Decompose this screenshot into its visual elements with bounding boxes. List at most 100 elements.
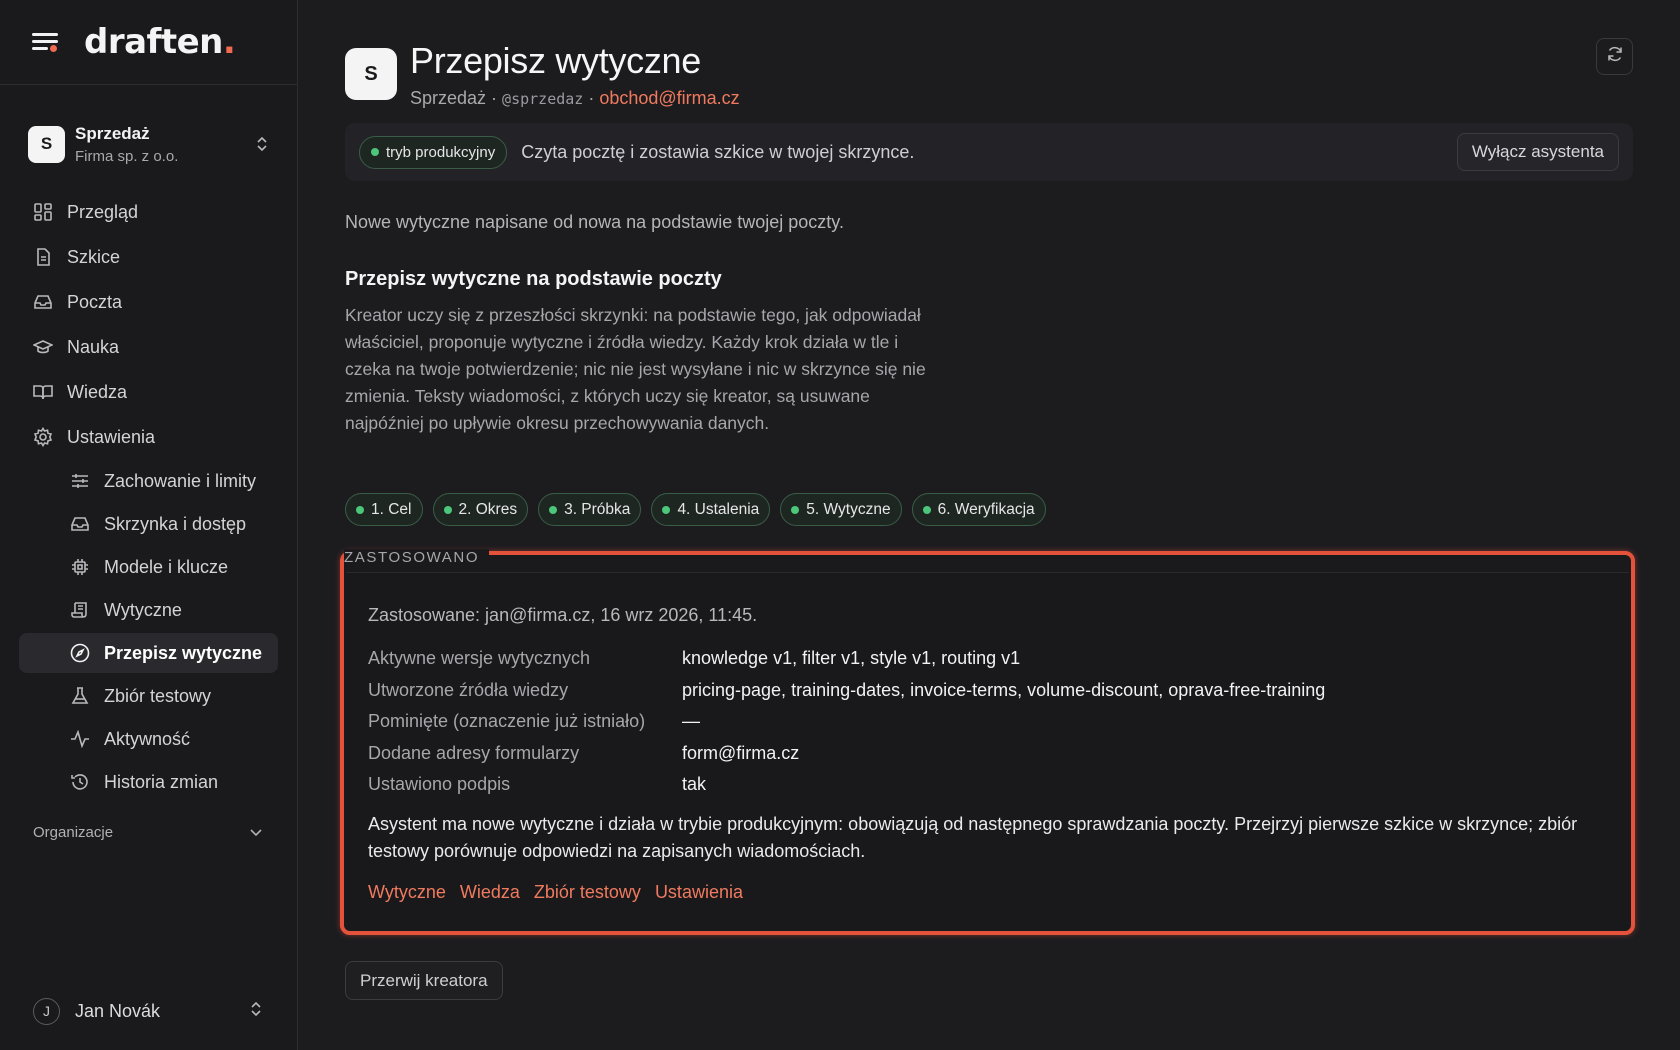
subnav-item-przepisz-wytyczne[interactable]: Przepisz wytyczne xyxy=(19,633,278,673)
menu-icon[interactable] xyxy=(32,31,60,53)
workspace-switcher[interactable]: S Sprzedaż Firma sp. z o.o. xyxy=(0,109,297,179)
nav-item-poczta[interactable]: Poczta xyxy=(0,281,297,323)
step-label: 5. Wytyczne xyxy=(806,500,891,518)
detail-value: form@firma.cz xyxy=(682,742,800,763)
step-cel[interactable]: 1. Cel xyxy=(345,493,423,526)
inbox-icon xyxy=(33,292,53,312)
subnav-item-label: Aktywność xyxy=(104,728,191,749)
detail-row: Dodane adresy formularzy form@firma.cz xyxy=(368,738,1568,770)
section-title: Przepisz wytyczne na podstawie poczty xyxy=(345,268,722,290)
status-bar: tryb produkcyjny Czyta pocztę i zostawia… xyxy=(345,123,1633,181)
detail-key: Pominięte (oznaczenie już istniało) xyxy=(368,711,646,732)
detail-row: Utworzone źródła wiedzy pricing-page, tra… xyxy=(368,675,1568,707)
page-header: S Przepisz wytyczne Sprzedaż · @sprzedaz… xyxy=(345,40,740,109)
subnav-item-historia[interactable]: Historia zmian xyxy=(19,762,278,802)
nav-item-nauka[interactable]: Nauka xyxy=(0,326,297,368)
nav-item-label: Szkice xyxy=(67,246,121,267)
nav-item-przeglad[interactable]: Przegląd xyxy=(0,191,297,233)
detail-key: Utworzone źródła wiedzy xyxy=(368,679,569,700)
detail-row: Aktywne wersje wytycznych knowledge v1, f… xyxy=(368,643,1568,675)
subnav-item-zbior-testowy[interactable]: Zbiór testowy xyxy=(19,676,278,716)
document-icon xyxy=(33,247,53,267)
step-done-dot xyxy=(549,505,558,514)
step-label: 2. Okres xyxy=(458,500,518,518)
page-title: Przepisz wytyczne xyxy=(410,40,701,81)
detail-row: Pominięte (oznaczenie już istniało) — xyxy=(368,706,1568,738)
status-badge-label: tryb produkcyjny xyxy=(386,143,496,161)
subnav-item-label: Modele i klucze xyxy=(104,556,229,577)
link-zbior-testowy[interactable]: Zbiór testowy xyxy=(534,882,641,903)
main-nav: Przegląd Szkice Poczta Nauka Wiedza Usta… xyxy=(0,191,297,802)
applied-summary-panel: ZASTOSOWANO Zastosowane: jan@firma.cz, 1… xyxy=(340,549,1635,935)
subnav-item-wytyczne[interactable]: Wytyczne xyxy=(19,590,278,630)
subnav-item-label: Przepisz wytyczne xyxy=(104,642,263,663)
workspace-avatar: S xyxy=(28,125,65,163)
sidebar: draften. S Sprzedaż Firma sp. z o.o. Prz… xyxy=(0,0,298,1050)
link-wiedza[interactable]: Wiedza xyxy=(460,882,520,903)
team-name: Sprzedaż xyxy=(410,88,487,108)
section-description: Kreator uczy się z przeszłości skrzynki:… xyxy=(345,305,926,433)
status-badge: tryb produkcyjny xyxy=(359,135,508,169)
main-content: S Przepisz wytyczne Sprzedaż · @sprzedaz… xyxy=(340,0,1635,1050)
detail-value: knowledge v1, filter v1, style v1, routi… xyxy=(682,648,1021,669)
detail-value: pricing-page, training-dates, invoice-te… xyxy=(682,679,1326,700)
detail-value: — xyxy=(682,711,700,732)
step-okres[interactable]: 2. Okres xyxy=(432,493,529,526)
subnav-item-label: Wytyczne xyxy=(104,599,182,620)
nav-item-label: Poczta xyxy=(67,291,123,312)
subnav-item-skrzynka[interactable]: Skrzynka i dostęp xyxy=(19,504,278,544)
link-wytyczne[interactable]: Wytyczne xyxy=(368,882,446,903)
nav-item-szkice[interactable]: Szkice xyxy=(0,236,297,278)
nav-item-wiedza[interactable]: Wiedza xyxy=(0,371,297,413)
detail-key: Dodane adresy formularzy xyxy=(368,742,580,763)
wizard-steps: 1. Cel 2. Okres 3. Próbka 4. Ustalenia 5… xyxy=(345,493,1046,526)
step-wytyczne[interactable]: 5. Wytyczne xyxy=(780,493,902,526)
user-menu[interactable]: J Jan Novák xyxy=(0,972,297,1050)
activity-icon xyxy=(70,729,90,749)
compass-icon xyxy=(70,643,90,663)
avatar: J xyxy=(33,997,60,1025)
step-probka[interactable]: 3. Próbka xyxy=(538,493,642,526)
subnav-item-modele[interactable]: Modele i klucze xyxy=(19,547,278,587)
team-handle: @sprzedaz xyxy=(502,90,584,108)
workspace-name: Sprzedaż xyxy=(75,123,150,143)
page-subtitle: Sprzedaż · @sprzedaz · obchod@firma.cz xyxy=(410,88,740,109)
detail-key: Ustawiono podpis xyxy=(368,774,511,795)
step-done-dot xyxy=(356,505,364,514)
subnav-item-aktywnosc[interactable]: Aktywność xyxy=(19,719,278,759)
nav-item-label: Przegląd xyxy=(67,201,139,222)
link-ustawienia[interactable]: Ustawienia xyxy=(655,882,743,903)
logo[interactable]: draften. xyxy=(84,22,236,62)
nav-item-label: Wiedza xyxy=(67,381,128,402)
book-icon xyxy=(33,382,53,402)
grid-icon xyxy=(33,202,53,222)
subnav-item-label: Skrzynka i dostęp xyxy=(104,513,247,534)
assistant-avatar: S xyxy=(345,48,397,100)
abort-wizard-button[interactable]: Przerwij kreatora xyxy=(345,961,503,1000)
inbox-icon xyxy=(70,514,90,534)
applied-links: Wytyczne Wiedza Zbiór testowy Ustawienia xyxy=(368,882,743,903)
subnav-item-zachowanie[interactable]: Zachowanie i limity xyxy=(19,461,278,501)
nav-item-ustawienia[interactable]: Ustawienia xyxy=(0,416,297,458)
step-label: 6. Weryfikacja xyxy=(937,500,1035,518)
chevron-down-icon xyxy=(249,824,263,841)
step-done-dot xyxy=(443,505,452,514)
disable-assistant-button[interactable]: Wyłącz asystenta xyxy=(1456,133,1619,171)
assistant-email-link[interactable]: obchod@firma.cz xyxy=(599,88,739,108)
step-ustalenia[interactable]: 4. Ustalenia xyxy=(651,493,771,526)
brand-bar: draften. xyxy=(0,0,297,85)
applied-meta: Zastosowane: jan@firma.cz, 16 wrz 2026, … xyxy=(368,605,758,625)
applied-details: Aktywne wersje wytycznych knowledge v1, f… xyxy=(368,643,1568,801)
separator: · xyxy=(583,88,600,108)
subnav-item-label: Zbiór testowy xyxy=(104,685,212,706)
applied-panel-body: Zastosowane: jan@firma.cz, 16 wrz 2026, … xyxy=(346,572,1629,929)
intro-text: Nowe wytyczne napisane od nowa na podsta… xyxy=(345,212,844,232)
refresh-button[interactable] xyxy=(1596,38,1633,75)
step-weryfikacja[interactable]: 6. Weryfikacja xyxy=(911,493,1046,526)
detail-key: Aktywne wersje wytycznych xyxy=(368,648,591,669)
separator: · xyxy=(486,88,503,108)
organizations-toggle[interactable]: Organizacje xyxy=(0,824,297,841)
step-done-dot xyxy=(791,505,800,514)
nav-item-label: Nauka xyxy=(67,336,120,357)
detail-row: Ustawiono podpis tak xyxy=(368,769,1568,801)
